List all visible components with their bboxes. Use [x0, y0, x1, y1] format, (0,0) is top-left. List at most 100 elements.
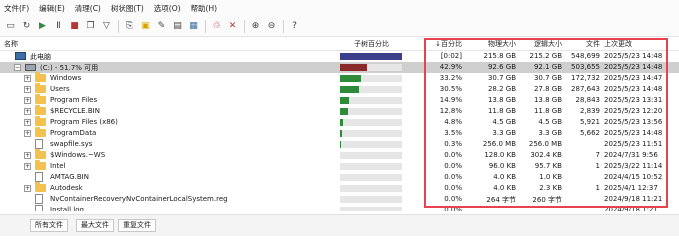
row-name: Program Files: [50, 96, 98, 104]
row-physical-size: 3.3 GB: [492, 129, 516, 137]
row-name: (C:) - 51.7% 可用: [40, 64, 99, 72]
treemap-icon[interactable]: ▦: [187, 20, 200, 33]
tab-largest-files[interactable]: 最大文件: [76, 219, 114, 232]
table-row[interactable]: 此电脑 [0:02] 215.8 GB 215.2 GB 548,699 2025/5/2…: [0, 51, 679, 62]
row-physical-size: 28.2 GB: [487, 85, 516, 93]
row-name: Install.log: [50, 206, 84, 211]
row-logical-size: 2.3 KB: [539, 184, 562, 192]
menu-item[interactable]: 清理(C): [75, 3, 101, 14]
table-row[interactable]: AMTAG.BIN 0.0% 4.0 KB 1.0 KB 2024/4/15 10:52: [0, 172, 679, 183]
row-percent: 12.8%: [439, 107, 462, 115]
tree-expander-icon[interactable]: +: [24, 130, 31, 137]
row-files: 2,839: [579, 107, 600, 115]
properties-icon[interactable]: ✎: [155, 20, 168, 33]
row-percent: [0:02]: [440, 52, 462, 60]
column-files[interactable]: 文件: [566, 39, 600, 49]
row-files: 172,732: [571, 74, 600, 82]
menu-item[interactable]: 编辑(E): [39, 3, 65, 14]
menu-item[interactable]: 选项(O): [154, 3, 181, 14]
toolbar-separator: [244, 20, 245, 33]
copy-icon[interactable]: ❐: [84, 20, 97, 33]
table-row[interactable]: swapfile.sys 0.3% 256.0 MB 256.0 MB 2025/5/2…: [0, 139, 679, 150]
row-last-change: 2025/5/23 14:48: [604, 129, 663, 137]
filter-icon[interactable]: ▽: [100, 20, 113, 33]
table-row[interactable]: + $Windows.~WS 0.0% 128.0 KB 302.4 KB 7 2024/7…: [0, 149, 679, 161]
row-logical-size: 256.0 MB: [528, 140, 562, 148]
table-row[interactable]: + Program Files (x86) 4.8% 4.5 GB 4.5 GB 5,92…: [0, 116, 679, 128]
table-row[interactable]: + Users 30.5% 28.2 GB 27.8 GB 287,643 2025/5/2…: [0, 83, 679, 95]
table-row[interactable]: + Windows 33.2% 30.7 GB 30.7 GB 172,732 2025/5…: [0, 72, 679, 84]
refresh-icon[interactable]: ↻: [20, 20, 33, 33]
recycle-icon[interactable]: ♲: [210, 20, 223, 33]
row-logical-size: 302.4 KB: [530, 151, 562, 159]
column-name[interactable]: 名称: [4, 39, 18, 49]
tree-expander-icon[interactable]: +: [24, 163, 31, 170]
tab-duplicate-files[interactable]: 重复文件: [118, 219, 156, 232]
row-files: 5,921: [579, 118, 600, 126]
zoom-out-icon[interactable]: ⊖: [265, 20, 278, 33]
stop-icon[interactable]: ■: [68, 20, 81, 33]
row-logical-size: 13.8 GB: [533, 96, 562, 104]
tree-expander-icon[interactable]: +: [24, 185, 31, 192]
row-last-change: 2025/5/23 13:56: [604, 118, 663, 126]
table-row[interactable]: + Program Files 14.9% 13.8 GB 13.8 GB 28,843 2…: [0, 94, 679, 106]
row-percent: 42.9%: [439, 63, 462, 71]
folder-icon: [35, 182, 46, 192]
menu-item[interactable]: 树状图(T): [111, 3, 144, 14]
folder-open-icon[interactable]: ▭: [4, 20, 17, 33]
tab-all-files[interactable]: 所有文件: [30, 219, 68, 232]
row-last-change: 2025/5/23 14:48: [604, 85, 663, 93]
column-physical-size[interactable]: 物理大小: [466, 39, 516, 49]
column-percent[interactable]: ↓百分比: [428, 39, 462, 49]
row-name: NvContainerRecoveryNvContainerLocalSyste…: [50, 195, 228, 203]
command-prompt-icon[interactable]: ▤: [171, 20, 184, 33]
menu-item[interactable]: 文件(F): [4, 3, 29, 14]
table-row[interactable]: + Intel 0.0% 96.0 KB 95.7 KB 1 2025/3/22 11:14: [0, 160, 679, 172]
row-physical-size: 4.0 KB: [493, 184, 516, 192]
row-last-change: 2024/4/15 10:52: [604, 173, 663, 181]
subtree-percent-bar: [340, 86, 402, 93]
zoom-in-icon[interactable]: ⊕: [249, 20, 262, 33]
table-row[interactable]: − (C:) - 51.7% 可用 42.9% 92.6 GB 92.1 GB 503,6…: [0, 62, 679, 73]
row-physical-size: 30.7 GB: [487, 74, 516, 82]
tree-expander-icon[interactable]: +: [24, 119, 31, 126]
table-row[interactable]: + ProgramData 3.5% 3.3 GB 3.3 GB 5,662 2025/5/…: [0, 127, 679, 139]
tree-expander-icon[interactable]: +: [24, 108, 31, 115]
tree-expander-icon[interactable]: +: [24, 75, 31, 82]
folder-icon: [35, 105, 46, 115]
column-logical-size[interactable]: 逻辑大小: [520, 39, 562, 49]
row-percent: 0.0%: [444, 173, 462, 181]
file-icon: [35, 205, 43, 211]
row-files: 548,699: [571, 52, 600, 60]
delete-icon[interactable]: ✕: [226, 20, 239, 33]
column-header: 名称 子树百分比 ↓百分比 物理大小 逻辑大小 文件 上次更改: [0, 37, 679, 51]
tree-expander-icon[interactable]: +: [24, 86, 31, 93]
tree-expander-icon[interactable]: −: [14, 64, 21, 71]
row-files: 503,655: [571, 63, 600, 71]
table-row[interactable]: + Autodesk 0.0% 4.0 KB 2.3 KB 1 2025/4/1 12:37: [0, 182, 679, 194]
row-logical-size: 30.7 GB: [533, 74, 562, 82]
row-physical-size: 96.0 KB: [488, 162, 516, 170]
row-name: AMTAG.BIN: [50, 173, 89, 181]
pause-icon[interactable]: Ⅱ: [52, 20, 65, 33]
subtree-percent-fill: [340, 130, 343, 137]
table-row[interactable]: NvContainerRecoveryNvContainerLocalSyste…: [0, 194, 679, 205]
help-icon[interactable]: ?: [288, 20, 301, 33]
column-subtree-percent[interactable]: 子树百分比: [354, 39, 389, 49]
subtree-percent-bar: [340, 141, 402, 148]
table-row[interactable]: + $RECYCLE.BIN 12.8% 11.8 GB 11.8 GB 2,839 202…: [0, 105, 679, 117]
tree-expander-icon[interactable]: +: [24, 152, 31, 159]
tree-expander-icon[interactable]: +: [24, 97, 31, 104]
row-name: Autodesk: [50, 184, 83, 192]
column-last-change[interactable]: 上次更改: [604, 39, 632, 49]
explorer-icon[interactable]: ▣: [139, 20, 152, 33]
table-row[interactable]: Install.log 0.0% 2024/9/18 1:21: [0, 205, 679, 211]
subtree-percent-bar: [340, 196, 402, 203]
subtree-percent-bar: [340, 75, 402, 82]
subtree-percent-fill: [340, 64, 367, 71]
row-files: 5,662: [579, 129, 600, 137]
menu-item[interactable]: 帮助(H): [191, 3, 218, 14]
play-icon[interactable]: ▶: [36, 20, 49, 33]
clipboard-icon[interactable]: ⎘: [123, 20, 136, 33]
row-physical-size: 4.0 KB: [493, 173, 516, 181]
